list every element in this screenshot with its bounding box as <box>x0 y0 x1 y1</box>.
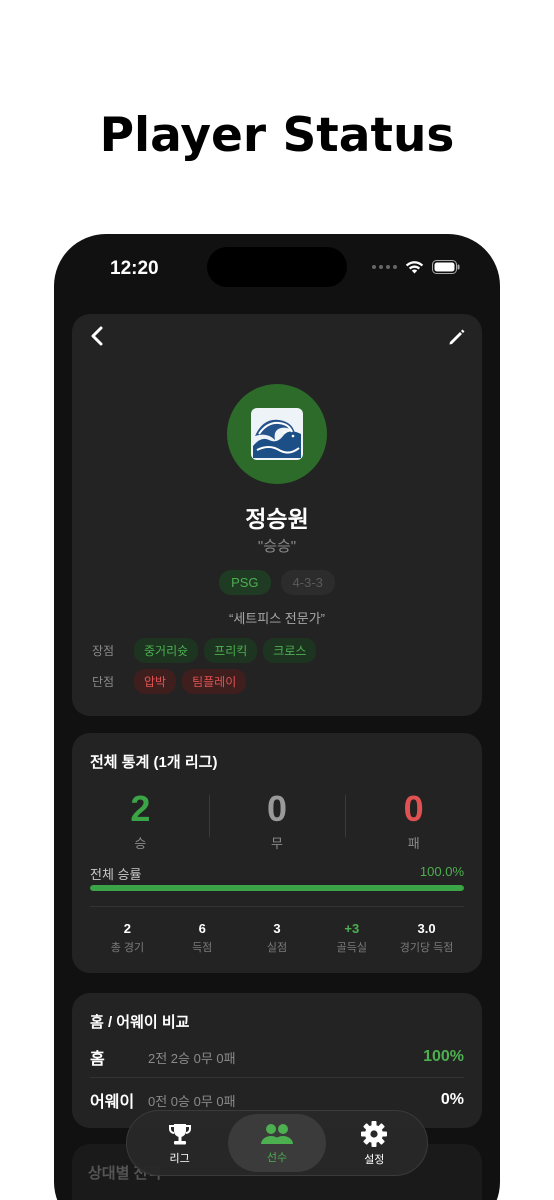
tab-label: 설정 <box>364 1153 385 1166</box>
tab-settings[interactable]: 설정 <box>326 1114 423 1172</box>
edit-button[interactable] <box>442 322 470 350</box>
strength-tag: 크로스 <box>263 638 317 663</box>
stat-label: 총 경기 <box>110 942 145 954</box>
chevron-left-icon <box>91 326 103 346</box>
draws-stat: 0 무 <box>208 788 346 852</box>
stat-goals-for: 6 득점 <box>165 921 240 955</box>
gear-icon <box>361 1120 388 1147</box>
wins-count: 2 <box>130 788 151 829</box>
player-quote: “세트피스 전문가” <box>229 611 325 626</box>
stat-value: 3.0 <box>417 921 436 936</box>
win-rate-row: 전체 승률 100.0% <box>90 864 464 883</box>
team-chips: PSG 4-3-3 <box>72 570 482 595</box>
mini-stats: 2 총 경기 6 득점 3 실점 +3 골득실 3.0 경기당 득점 <box>90 921 464 955</box>
win-rate-value: 100.0% <box>419 864 464 879</box>
people-icon <box>260 1123 293 1144</box>
back-button[interactable] <box>84 322 112 350</box>
tab-league[interactable]: 리그 <box>131 1114 228 1172</box>
win-rate-label: 전체 승률 <box>90 867 142 882</box>
player-name: 정승원 <box>245 506 309 532</box>
weaknesses-row: 단점 압박 팀플레이 <box>92 669 247 694</box>
phone-frame: 12:20 정승원 "승승" PSG 4-3-3 “세트피스 전문가” 장점 중… <box>54 234 500 1200</box>
stat-label: 득점 <box>192 942 213 954</box>
page-headline: Player Status <box>99 108 455 163</box>
weaknesses-label: 단점 <box>92 675 115 689</box>
dynamic-island <box>207 247 347 287</box>
stat-value: 6 <box>198 921 206 936</box>
stat-goal-difference: +3 골득실 <box>314 921 389 955</box>
strength-tag: 프리킥 <box>204 638 258 663</box>
stat-value: +3 <box>344 921 360 936</box>
stat-value: 2 <box>123 921 132 936</box>
status-icons <box>372 260 460 274</box>
weakness-tag: 팀플레이 <box>182 669 247 694</box>
tab-bar: 리그 선수 설정 <box>126 1110 428 1176</box>
divider <box>90 906 464 907</box>
player-nickname: "승승" <box>257 538 297 555</box>
tab-label: 리그 <box>169 1152 190 1165</box>
avatar <box>227 384 327 484</box>
tab-players[interactable]: 선수 <box>228 1114 326 1172</box>
stat-goals-against: 3 실점 <box>240 921 315 955</box>
home-away-title: 홈 / 어웨이 비교 <box>90 1014 190 1031</box>
win-rate-bar <box>90 885 464 891</box>
draws-count: 0 <box>266 788 288 829</box>
divider <box>90 1077 464 1078</box>
pencil-icon <box>449 329 465 345</box>
trophy-icon <box>168 1123 191 1144</box>
status-time: 12:20 <box>110 258 159 279</box>
signal-icon <box>372 265 397 269</box>
wave-icon <box>251 408 303 460</box>
home-detail: 2전 2승 0무 0패 <box>148 1050 236 1066</box>
stat-label: 골득실 <box>336 942 367 954</box>
away-row: 어웨이 0전 0승 0무 0패 0% <box>90 1088 464 1112</box>
home-label: 홈 <box>90 1051 105 1068</box>
losses-stat: 0 패 <box>345 789 482 852</box>
strengths-row: 장점 중거리슛 프리킥 크로스 <box>92 638 317 663</box>
home-away-card: 홈 / 어웨이 비교 홈 2전 2승 0무 0패 100% 어웨이 0전 0승 … <box>72 993 482 1128</box>
team-chip: PSG <box>219 570 271 595</box>
home-row: 홈 2전 2승 0무 0패 100% <box>90 1045 464 1069</box>
weakness-tag: 압박 <box>134 669 177 694</box>
win-draw-loss: 2 승 0 무 0 패 <box>72 789 482 852</box>
away-detail: 0전 0승 0무 0패 <box>148 1093 236 1109</box>
win-rate-fill <box>90 885 464 891</box>
stat-value: 3 <box>273 921 281 936</box>
losses-count: 0 <box>403 788 424 829</box>
losses-label: 패 <box>407 836 420 851</box>
away-rate: 0% <box>440 1091 464 1108</box>
strength-tag: 중거리슛 <box>134 638 199 663</box>
formation-chip: 4-3-3 <box>280 570 335 595</box>
tab-label: 선수 <box>266 1151 288 1164</box>
wifi-icon <box>405 261 424 274</box>
overall-stats-title: 전체 통계 (1개 리그) <box>90 754 218 771</box>
stat-goals-per-game: 3.0 경기당 득점 <box>389 921 464 955</box>
stat-label: 실점 <box>266 942 288 954</box>
draws-label: 무 <box>271 836 283 851</box>
strengths-label: 장점 <box>92 644 115 658</box>
stat-label: 경기당 득점 <box>399 942 454 954</box>
profile-card: 정승원 "승승" PSG 4-3-3 “세트피스 전문가” 장점 중거리슛 프리… <box>72 314 482 716</box>
stat-total-games: 2 총 경기 <box>90 921 165 955</box>
away-label: 어웨이 <box>90 1094 135 1111</box>
wins-label: 승 <box>134 836 147 851</box>
home-rate: 100% <box>423 1048 464 1065</box>
wins-stat: 2 승 <box>72 789 209 852</box>
battery-icon <box>432 260 460 274</box>
overall-stats-card: 전체 통계 (1개 리그) 2 승 0 무 0 패 전체 승률 100.0% 2… <box>72 733 482 973</box>
